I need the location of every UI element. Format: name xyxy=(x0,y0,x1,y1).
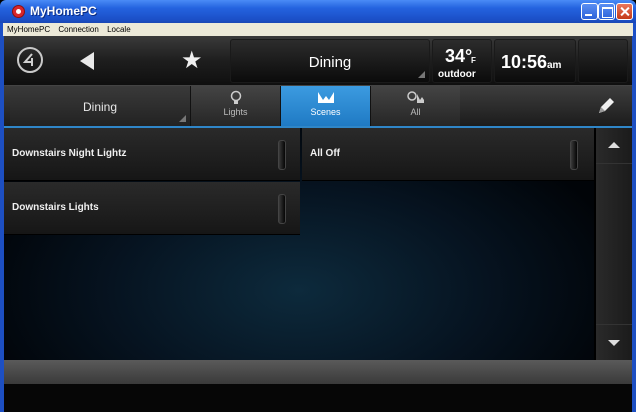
scene-label: All Off xyxy=(310,148,340,159)
menubar: MyHomePC Connection Locale xyxy=(0,23,636,36)
tab-all[interactable]: All xyxy=(370,86,460,126)
scenes-icon xyxy=(317,92,334,103)
scrollbar[interactable] xyxy=(596,128,632,360)
temperature-value: 34° xyxy=(445,46,473,66)
window-frame-right xyxy=(632,36,636,412)
back-arrow-icon xyxy=(80,52,94,70)
switch-icon[interactable] xyxy=(278,194,286,224)
switch-icon[interactable] xyxy=(278,140,286,170)
time-value: 10:56 xyxy=(501,52,548,72)
menu-item-connection[interactable]: Connection xyxy=(58,23,98,36)
time-ampm: am xyxy=(547,60,562,71)
bulb-icon xyxy=(230,90,241,104)
room-selector-label: Dining xyxy=(82,100,118,114)
scroll-up-icon[interactable] xyxy=(596,128,632,164)
all-icon xyxy=(406,91,424,103)
menu-item-locale[interactable]: Locale xyxy=(107,23,131,36)
tab-lights[interactable]: Lights xyxy=(190,86,280,126)
home-logo-icon xyxy=(17,47,43,73)
close-button[interactable] xyxy=(616,3,633,20)
weather-widget[interactable]: 34° F outdoor xyxy=(432,39,492,83)
scene-item[interactable]: All Off xyxy=(302,128,594,181)
switch-icon[interactable] xyxy=(570,140,578,170)
scene-item[interactable]: Downstairs Night Lightz xyxy=(4,128,300,181)
bottom-area xyxy=(4,384,632,412)
menu-item-myhomepc[interactable]: MyHomePC xyxy=(7,23,50,36)
scene-label: Downstairs Lights xyxy=(12,202,99,213)
window-title: MyHomePC xyxy=(30,4,97,18)
clock-widget: 10:56 am xyxy=(494,39,576,83)
header-bar: ★ Dining 34° F outdoor 10:56 am xyxy=(4,36,632,86)
window-titlebar: MyHomePC xyxy=(0,0,636,23)
scroll-down-icon[interactable] xyxy=(596,324,632,360)
tab-scenes[interactable]: Scenes xyxy=(280,86,370,126)
tab-lights-label: Lights xyxy=(223,107,248,117)
home-button[interactable] xyxy=(10,39,52,83)
scene-label: Downstairs Night Lightz xyxy=(12,148,127,159)
temperature-label: outdoor xyxy=(438,69,476,80)
dropdown-corner-icon xyxy=(179,115,186,122)
edit-pencil-icon[interactable] xyxy=(596,96,616,116)
header-empty-slot xyxy=(578,39,628,83)
room-title: Dining xyxy=(308,54,352,71)
bottom-toolbar xyxy=(4,360,632,384)
room-header[interactable]: Dining xyxy=(230,39,430,83)
temperature-unit: F xyxy=(471,56,476,65)
scene-item[interactable]: Downstairs Lights xyxy=(4,182,300,235)
tab-bar: Dining Lights Scenes All xyxy=(4,86,632,128)
favorites-button[interactable]: ★ xyxy=(172,39,212,83)
tab-scenes-label: Scenes xyxy=(310,107,341,117)
maximize-button[interactable] xyxy=(598,3,615,20)
app-icon xyxy=(12,5,25,18)
minimize-button[interactable] xyxy=(581,3,598,20)
back-button[interactable] xyxy=(66,39,106,83)
room-selector[interactable]: Dining xyxy=(10,86,190,126)
star-icon: ★ xyxy=(181,47,203,74)
scenes-list: Downstairs Night Lightz All Off Downstai… xyxy=(4,128,594,360)
dropdown-corner-icon xyxy=(418,71,425,78)
tab-all-label: All xyxy=(410,107,421,117)
